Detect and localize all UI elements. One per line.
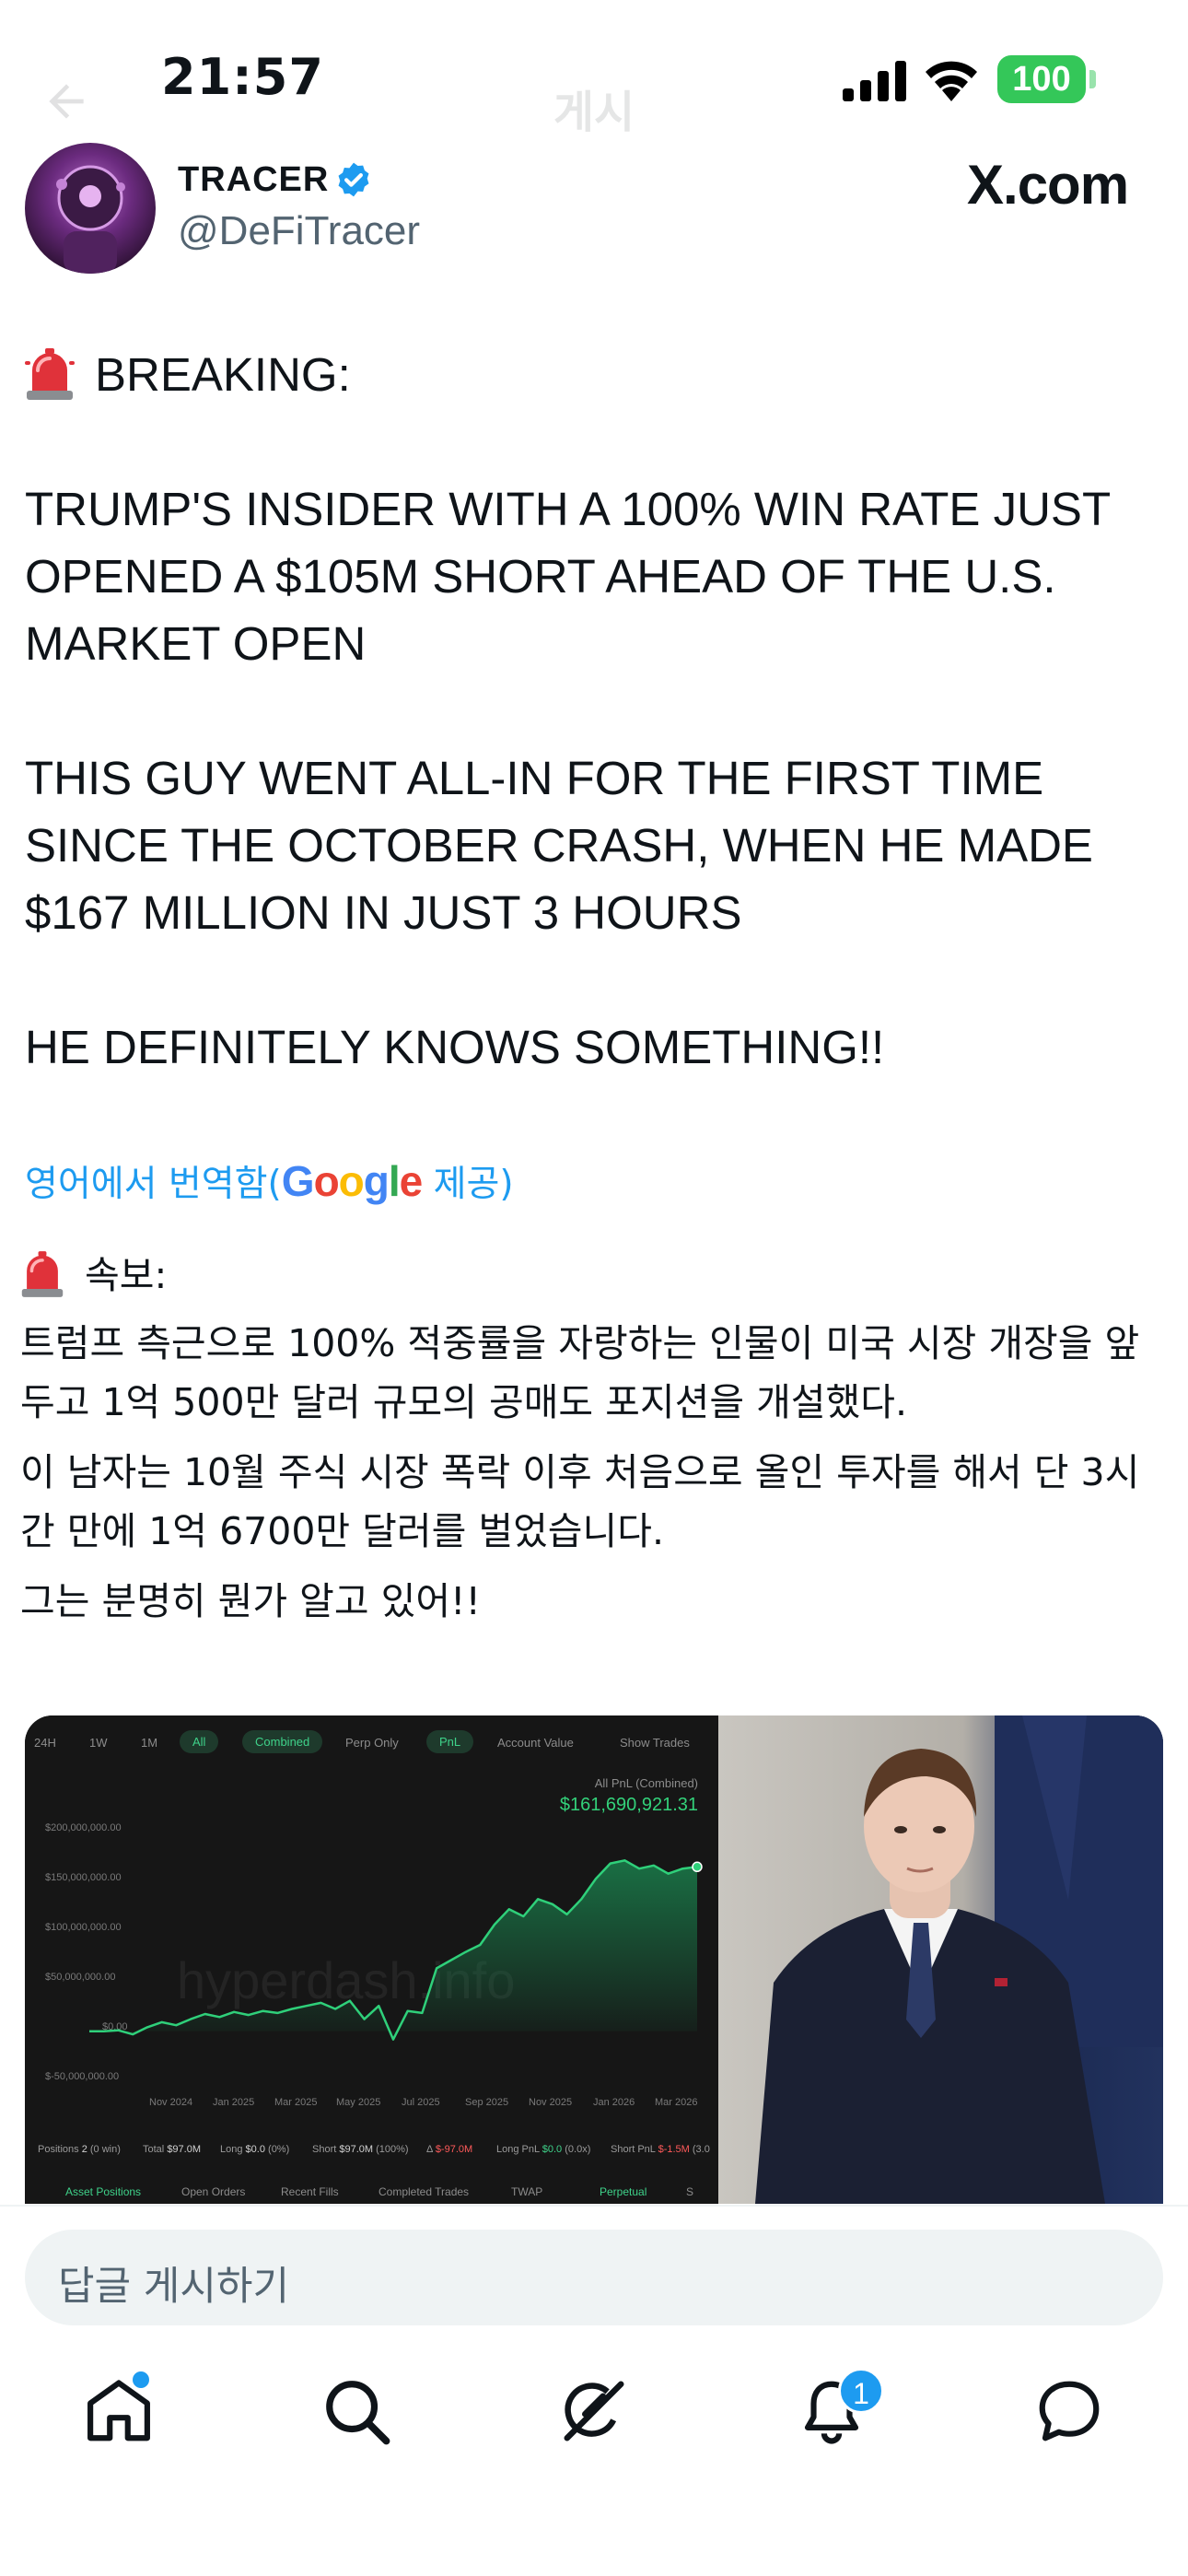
translated-heading-text: 속보:	[85, 1253, 168, 1297]
google-logo: Google	[281, 1157, 423, 1205]
bottom-tab-completed-trades: Completed Trades	[379, 2185, 470, 2198]
reply-input[interactable]: 답글 게시하기	[25, 2230, 1163, 2325]
translated-paragraph-2: 이 남자는 10월 주식 시장 폭락 이후 처음으로 올인 투자를 해서 단 3…	[20, 1450, 1140, 1553]
x-tick: Sep 2025	[465, 2097, 509, 2108]
reply-divider	[0, 2205, 1188, 2207]
x-tick: Mar 2026	[655, 2097, 698, 2108]
x-tick: Mar 2025	[274, 2097, 318, 2108]
post-text: BREAKING: TRUMP'S INSIDER WITH A 100% WI…	[25, 341, 1167, 1081]
battery-tip	[1089, 70, 1096, 88]
stat-long-pnl: Long PnL $0.0 (0.0x)	[496, 2144, 591, 2155]
battery-indicator: 100	[997, 55, 1086, 103]
translated-by-link[interactable]: 영어에서 번역함(Google 제공)	[25, 1155, 514, 1207]
post-paragraph-2: THIS GUY WENT ALL-IN FOR THE FIRST TIME …	[25, 752, 1093, 939]
bottom-tab-s: S	[686, 2185, 694, 2198]
x-tick: Nov 2025	[529, 2097, 573, 2108]
pnl-chart-screenshot[interactable]: 24H 1W 1M All Combined Perp Only PnL Acc…	[25, 1715, 718, 2204]
x-tick: May 2025	[336, 2097, 381, 2108]
stat-short: Short $97.0M (100%)	[312, 2144, 409, 2155]
x-tick: Jan 2026	[593, 2097, 635, 2108]
notifications-badge: 1	[838, 2368, 884, 2414]
post-media[interactable]: 24H 1W 1M All Combined Perp Only PnL Acc…	[25, 1715, 1163, 2204]
home-unread-dot	[133, 2371, 149, 2388]
grok-icon[interactable]	[558, 2375, 630, 2447]
translated-heading: 속보:	[20, 1246, 1171, 1305]
author-handle[interactable]: @DeFiTracer	[178, 208, 420, 254]
stat-positions: Positions 2 (0 win)	[38, 2144, 121, 2155]
avatar-image	[56, 165, 125, 274]
stat-short-pnl: Short PnL $-1.5M (3.0	[611, 2144, 710, 2155]
bottom-tab-open-orders: Open Orders	[181, 2185, 246, 2198]
x-tick: Jan 2025	[213, 2097, 255, 2108]
status-bar: 게시 21:57 100	[0, 0, 1188, 157]
messages-icon[interactable]	[1033, 2375, 1105, 2447]
stat-delta: Δ $-97.0M	[426, 2144, 473, 2155]
portrait-illustration	[755, 1715, 1163, 2204]
stat-long: Long $0.0 (0%)	[220, 2144, 290, 2155]
post-paragraph-3: HE DEFINITELY KNOWS SOMETHING!!	[25, 1021, 885, 1073]
translated-paragraph-3: 그는 분명히 뭔가 알고 있어!!	[20, 1579, 481, 1623]
avatar[interactable]	[25, 143, 156, 274]
cellular-signal-icon	[843, 61, 906, 101]
x-tick: Nov 2024	[149, 2097, 193, 2108]
stat-total: Total $97.0M	[143, 2144, 202, 2155]
breaking-label: BREAKING:	[95, 348, 351, 401]
translated-suffix: 제공)	[422, 1164, 514, 1205]
x-tick: Jul 2025	[402, 2097, 440, 2108]
bottom-tab-perpetual: Perpetual	[600, 2185, 647, 2198]
bottom-tab-recent-fills: Recent Fills	[281, 2185, 339, 2198]
bottom-tab-asset-positions: Asset Positions	[65, 2185, 142, 2198]
pnl-area	[89, 1860, 697, 2040]
siren-icon	[25, 348, 75, 400]
translated-prefix: 영어에서 번역함(	[25, 1164, 282, 1205]
siren-icon	[21, 1251, 64, 1297]
x-brand-logo: X.com	[967, 154, 1129, 216]
pnl-endpoint	[692, 1861, 703, 1873]
translated-text: 속보: 트럼프 측근으로 100% 적중률을 자랑하는 인물이 미국 시장 개장…	[20, 1246, 1171, 1642]
wifi-icon	[926, 61, 977, 101]
post-paragraph-1: TRUMP'S INSIDER WITH A 100% WIN RATE JUS…	[25, 483, 1111, 670]
reply-placeholder: 답글 게시하기	[58, 2264, 290, 2310]
verified-badge-icon	[338, 162, 369, 197]
search-icon[interactable]	[320, 2375, 392, 2447]
portrait-photo[interactable]	[718, 1715, 1163, 2204]
pnl-area-chart	[89, 1859, 703, 2041]
author-name[interactable]: TRACER	[178, 160, 329, 200]
status-time: 21:57	[161, 48, 324, 106]
breaking-line: BREAKING:	[25, 341, 1167, 408]
bottom-tab-twap: TWAP	[511, 2185, 543, 2198]
translated-paragraph-1: 트럼프 측근으로 100% 적중률을 자랑하는 인물이 미국 시장 개장을 앞두…	[20, 1321, 1140, 1424]
